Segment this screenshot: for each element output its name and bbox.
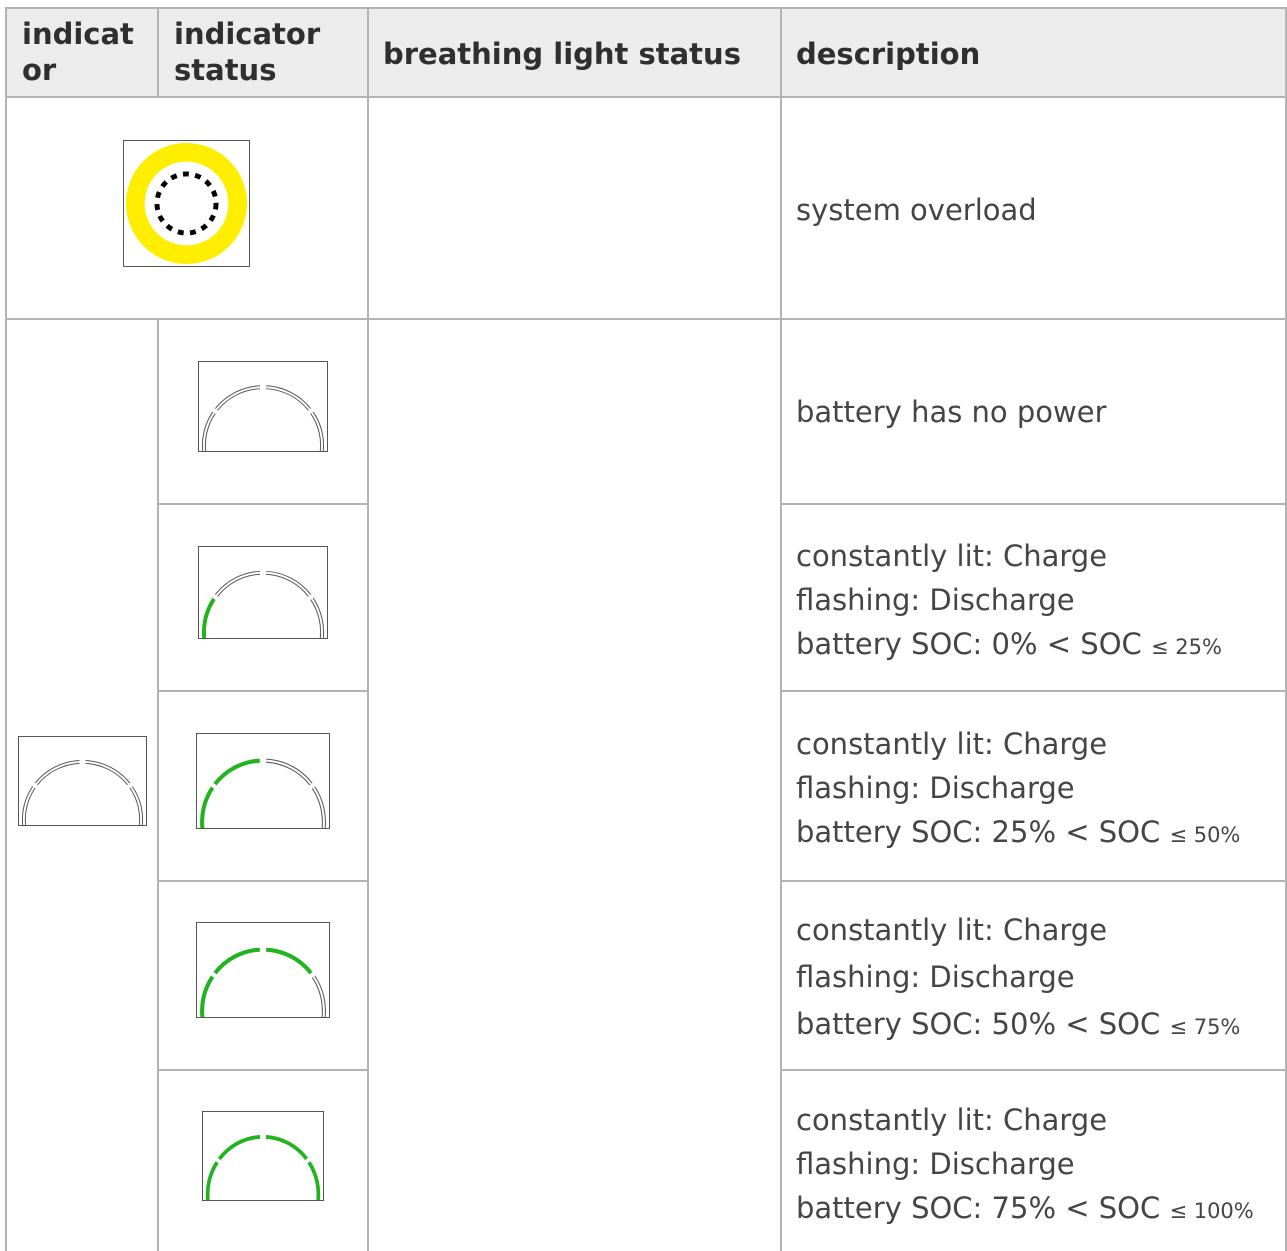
header-description: description (796, 37, 981, 71)
description-row-2: battery has no power (796, 395, 1107, 429)
row-divider (781, 503, 1287, 505)
unlit-arc-segment (85, 760, 131, 786)
lit-arc-segment (265, 1135, 309, 1161)
unlit-arc-segment (266, 758, 313, 786)
lit-arc-segment (213, 947, 260, 975)
lit-arc-segment (307, 1161, 321, 1200)
battery-arc-0-of-4-icon (198, 361, 328, 452)
column-divider (157, 7, 159, 97)
lit-arc-segment (201, 597, 216, 638)
row-divider (6, 318, 1287, 320)
header-breathing-light-status: breathing light status (383, 37, 741, 71)
lit-arc-segment (205, 1161, 219, 1200)
lit-arc-segment (266, 947, 313, 975)
row-divider (158, 503, 369, 505)
table-border-left (5, 7, 7, 1251)
row-divider (158, 690, 369, 692)
table-border-top (6, 7, 1287, 9)
unlit-arc-segment (214, 570, 261, 597)
row-divider (781, 880, 1287, 882)
unlit-arc-segment (214, 385, 261, 411)
row-divider (158, 880, 369, 882)
description-row-5: constantly lit: Charge flashing: Dischar… (796, 913, 1241, 1041)
description-row-3: constantly lit: Charge flashing: Dischar… (796, 539, 1222, 661)
row-divider (781, 1069, 1287, 1071)
lit-arc-segment (217, 1135, 261, 1161)
battery-arc-3-of-4-icon (196, 922, 330, 1018)
row-divider (158, 1069, 369, 1071)
header-indicator: indicat or (22, 17, 134, 87)
column-divider (780, 7, 782, 1251)
unlit-arc-segment (34, 760, 80, 786)
lit-arc-segment (200, 786, 215, 828)
lit-arc-segment (213, 758, 260, 786)
description-row-4: constantly lit: Charge flashing: Dischar… (796, 727, 1241, 849)
unlit-arc-segment (265, 385, 312, 411)
battery-arc-1-of-4-icon (198, 546, 328, 639)
lit-arc-segment (200, 975, 215, 1017)
column-divider (367, 7, 369, 1251)
battery-arc-outline-icon (18, 736, 147, 826)
row-divider (781, 690, 1287, 692)
battery-arc-2-of-4-icon (196, 733, 330, 829)
battery-arc-4-of-4-icon (202, 1111, 324, 1201)
unlit-arc-segment (265, 570, 312, 597)
description-row-6: constantly lit: Charge flashing: Dischar… (796, 1103, 1254, 1225)
column-divider (157, 318, 159, 1251)
header-indicator-status: indicator status (174, 17, 321, 87)
header-divider (6, 96, 1287, 98)
yellow-ring-dotted-icon (123, 140, 250, 267)
description-row-1: system overload (796, 193, 1037, 227)
